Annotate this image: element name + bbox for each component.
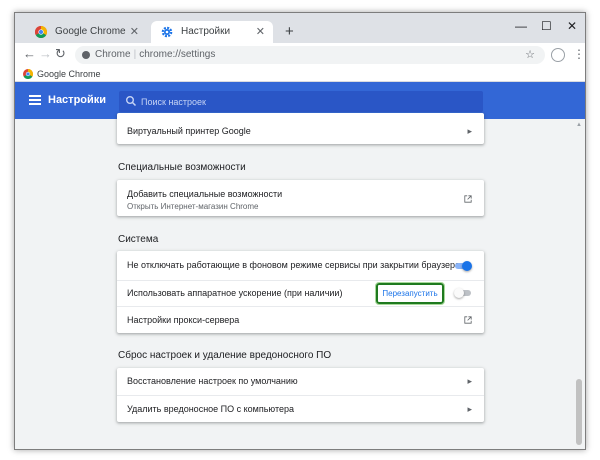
forward-arrow-icon[interactable]: → [39, 47, 52, 61]
address-url: chrome://settings [139, 49, 216, 60]
bookmarks-bar: Google Chrome [15, 67, 585, 82]
row-hardware-acceleration[interactable]: Использовать аппаратное ускорение (при н… [117, 280, 484, 306]
minimize-button[interactable]: — [515, 19, 527, 33]
new-tab-icon[interactable]: + [285, 22, 294, 42]
external-link-icon [464, 316, 472, 324]
accessibility-card: Добавить специальные возможности Открыть… [117, 180, 484, 216]
bookmark-label: Google Chrome [37, 69, 101, 79]
search-input[interactable] [141, 91, 471, 112]
row-add-accessibility[interactable]: Добавить специальные возможности Открыть… [117, 188, 484, 216]
section-title-accessibility: Специальные возможности [118, 162, 246, 173]
reload-icon[interactable]: ↻ [55, 47, 66, 61]
maximize-button[interactable]: ☐ [541, 19, 552, 33]
scroll-up-icon[interactable]: ▲ [576, 122, 582, 128]
hamburger-icon[interactable] [29, 95, 41, 105]
menu-dots-icon[interactable]: ⋮ [573, 46, 585, 62]
section-title-system: Система [118, 234, 159, 245]
tab-title: Настройки [181, 26, 231, 37]
tab-title: Google Chrome [55, 26, 126, 37]
bookmark-google-chrome[interactable]: Google Chrome [23, 67, 101, 81]
close-icon[interactable]: ✕ [256, 21, 265, 43]
chrome-logo-icon [23, 69, 33, 79]
row-restore-defaults[interactable]: Восстановление настроек по умолчанию ▸ [117, 368, 484, 395]
row-sublabel: Открыть Интернет-магазин Chrome [127, 202, 259, 211]
close-icon[interactable]: ✕ [130, 21, 139, 43]
hardware-acceleration-toggle[interactable] [454, 287, 472, 299]
relaunch-button[interactable]: Перезапустить [375, 282, 445, 305]
star-icon[interactable]: ☆ [525, 46, 535, 64]
tab-google-chrome[interactable]: Google Chrome ✕ [25, 21, 147, 43]
search-icon [126, 96, 137, 107]
system-card: Не отключать работающие в фоновом режиме… [117, 251, 484, 333]
row-proxy-settings[interactable]: Настройки прокси-сервера [117, 306, 484, 333]
scrollbar-thumb[interactable] [576, 379, 582, 445]
row-cloud-print[interactable]: Виртуальный принтер Google ▸ [117, 119, 484, 144]
profile-icon[interactable] [551, 48, 565, 62]
toolbar: ← → ↻ Chrome | chrome://settings ☆ ⋮ [15, 43, 585, 67]
info-icon[interactable] [82, 51, 90, 59]
address-bar[interactable]: Chrome | chrome://settings ☆ [75, 46, 545, 64]
page-title: Настройки [48, 94, 107, 106]
search-box[interactable] [119, 91, 483, 112]
row-label: Виртуальный принтер Google [127, 126, 251, 136]
printing-card: Виртуальный принтер Google ▸ [117, 113, 484, 144]
chevron-right-icon: ▸ [467, 126, 472, 136]
background-apps-toggle[interactable] [454, 260, 472, 272]
row-label: Добавить специальные возможности [127, 189, 283, 199]
settings-gear-icon [161, 26, 173, 38]
address-separator: | [133, 49, 137, 60]
row-label: Использовать аппаратное ускорение (при н… [127, 288, 343, 298]
window-close-button[interactable]: ✕ [567, 19, 577, 33]
reset-card: Восстановление настроек по умолчанию ▸ У… [117, 368, 484, 422]
row-label: Не отключать работающие в фоновом режиме… [127, 260, 460, 270]
title-bar: Google Chrome ✕ Настройки ✕ + — ☐ ✕ [15, 13, 585, 43]
back-arrow-icon[interactable]: ← [23, 47, 36, 61]
row-background-apps[interactable]: Не отключать работающие в фоновом режиме… [117, 251, 484, 280]
browser-window: Google Chrome ✕ Настройки ✕ + — ☐ ✕ ← → … [14, 12, 586, 450]
address-chip: Chrome [95, 49, 131, 60]
chevron-right-icon: ▸ [467, 404, 472, 414]
tab-settings[interactable]: Настройки ✕ [151, 21, 273, 43]
chevron-right-icon: ▸ [467, 376, 472, 386]
row-label: Восстановление настроек по умолчанию [127, 376, 298, 386]
row-label: Настройки прокси-сервера [127, 315, 240, 325]
scrollbar[interactable]: ▲ [573, 119, 585, 449]
external-link-icon [464, 195, 472, 203]
row-cleanup-computer[interactable]: Удалить вредоносное ПО с компьютера ▸ [117, 395, 484, 422]
settings-content: Виртуальный принтер Google ▸ Специальные… [15, 113, 585, 449]
section-title-reset: Сброс настроек и удаление вредоносного П… [118, 350, 332, 361]
chrome-logo-icon [35, 26, 47, 38]
row-label: Удалить вредоносное ПО с компьютера [127, 404, 295, 414]
